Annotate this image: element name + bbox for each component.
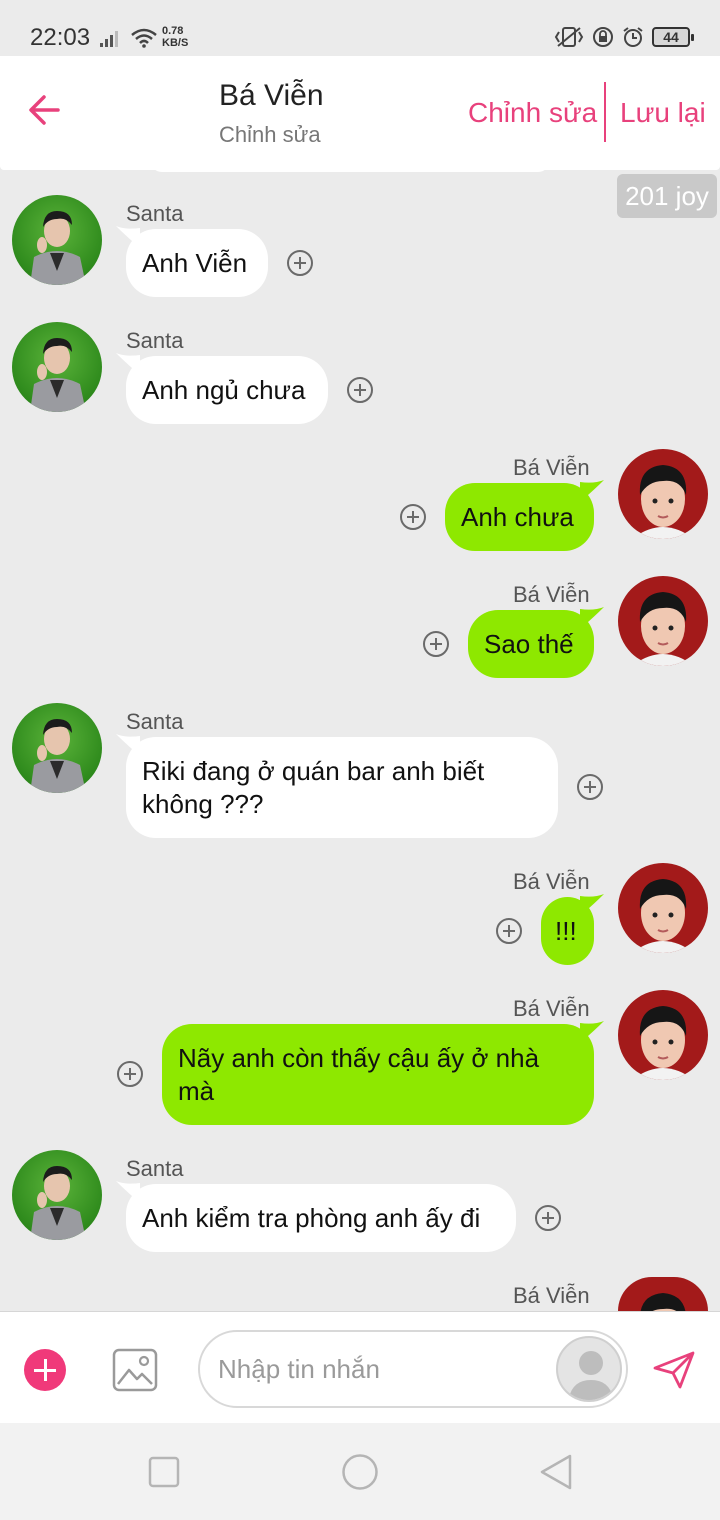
message-bubble[interactable]: Anh Viễn — [126, 229, 268, 297]
recents-icon[interactable] — [148, 1456, 180, 1488]
sender-name: Bá Viễn — [513, 582, 590, 607]
message-input-placeholder: Nhập tin nhắn — [218, 1354, 380, 1384]
network-speed-value: 0.78 — [162, 25, 184, 37]
add-reaction-icon[interactable] — [117, 1061, 143, 1087]
save-button[interactable]: Lưu lại — [620, 97, 706, 129]
message-bubble[interactable]: Anh chưa — [445, 483, 594, 551]
sender-name: Santa — [126, 709, 184, 734]
alarm-icon — [623, 27, 643, 47]
add-reaction-icon[interactable] — [535, 1205, 561, 1231]
network-speed: 0.78 KB/S — [162, 25, 188, 49]
message-bubble[interactable]: Anh kiểm tra phòng anh ấy đi — [126, 1184, 516, 1252]
avatar[interactable] — [618, 863, 708, 953]
message-text-line: Nãy anh còn thấy cậu ấy ở nhà — [178, 1043, 540, 1073]
avatar[interactable] — [12, 703, 102, 793]
message-text-line: không ??? — [142, 789, 264, 819]
sender-name: Santa — [126, 328, 184, 353]
vibrate-icon — [554, 27, 584, 47]
network-speed-unit: KB/S — [162, 37, 189, 49]
arrow-left-icon[interactable] — [24, 90, 64, 130]
avatar[interactable] — [618, 1277, 708, 1311]
message-text-line: Riki đang ở quán bar anh biết — [142, 756, 485, 786]
send-icon[interactable] — [652, 1350, 696, 1390]
message-text: Anh Viễn — [142, 248, 248, 278]
message-input[interactable]: Nhập tin nhắn — [198, 1330, 628, 1408]
message-text: Anh chưa — [461, 502, 574, 532]
avatar[interactable] — [12, 1150, 102, 1240]
wifi-icon — [131, 28, 157, 48]
add-reaction-icon[interactable] — [496, 918, 522, 944]
sender-name: Bá Viễn — [513, 869, 590, 894]
add-reaction-icon[interactable] — [400, 504, 426, 530]
chat-header: Bá Viễn Chỉnh sửa Chỉnh sửa Lưu lại — [0, 56, 720, 170]
message-text: Anh kiểm tra phòng anh ấy đi — [142, 1203, 481, 1233]
avatar[interactable] — [12, 322, 102, 412]
header-edge — [150, 160, 550, 172]
add-reaction-icon[interactable] — [287, 250, 313, 276]
message-bubble[interactable]: Sao thế — [468, 610, 594, 678]
chat-subtitle: Chỉnh sửa — [219, 122, 321, 147]
message-bubble[interactable]: Riki đang ở quán bar anh biết không ??? — [126, 737, 558, 838]
header-divider — [604, 82, 606, 142]
home-icon[interactable] — [341, 1453, 379, 1491]
sender-name: Bá Viễn — [513, 1283, 590, 1308]
add-reaction-icon[interactable] — [423, 631, 449, 657]
battery-indicator: 44 — [652, 27, 694, 47]
message-bubble[interactable]: !!! — [541, 897, 594, 965]
add-reaction-icon[interactable] — [347, 377, 373, 403]
status-bar: 22:03 0.78 KB/S 44 — [0, 0, 720, 56]
plus-icon[interactable] — [24, 1349, 66, 1391]
add-reaction-icon[interactable] — [577, 774, 603, 800]
avatar[interactable] — [618, 449, 708, 539]
status-time: 22:03 — [30, 24, 91, 51]
system-nav-bar — [0, 1423, 720, 1520]
avatar[interactable] — [12, 195, 102, 285]
user-avatar[interactable] — [556, 1336, 622, 1402]
sender-name: Santa — [126, 1156, 184, 1181]
image-icon[interactable] — [112, 1348, 158, 1392]
message-text: Anh ngủ chưa — [142, 375, 306, 405]
message-input-bar: Nhập tin nhắn — [0, 1311, 720, 1423]
sender-name: Santa — [126, 201, 184, 226]
chat-title: Bá Viễn — [219, 79, 324, 112]
back-nav-icon[interactable] — [538, 1453, 574, 1491]
message-bubble[interactable]: Nãy anh còn thấy cậu ấy ở nhà mà — [162, 1024, 594, 1125]
avatar[interactable] — [618, 576, 708, 666]
edit-button[interactable]: Chỉnh sửa — [468, 97, 597, 129]
message-text: Sao thế — [484, 629, 574, 659]
lock-rotation-icon — [593, 27, 613, 47]
message-text-line: mà — [178, 1076, 215, 1106]
message-text: !!! — [555, 916, 577, 946]
sender-name: Bá Viễn — [513, 996, 590, 1021]
message-bubble[interactable]: Anh ngủ chưa — [126, 356, 328, 424]
avatar[interactable] — [618, 990, 708, 1080]
signal-icon — [100, 31, 118, 47]
joy-badge[interactable]: 201 joy — [617, 174, 717, 218]
sender-name: Bá Viễn — [513, 455, 590, 480]
status-icons: 44 — [554, 26, 694, 48]
